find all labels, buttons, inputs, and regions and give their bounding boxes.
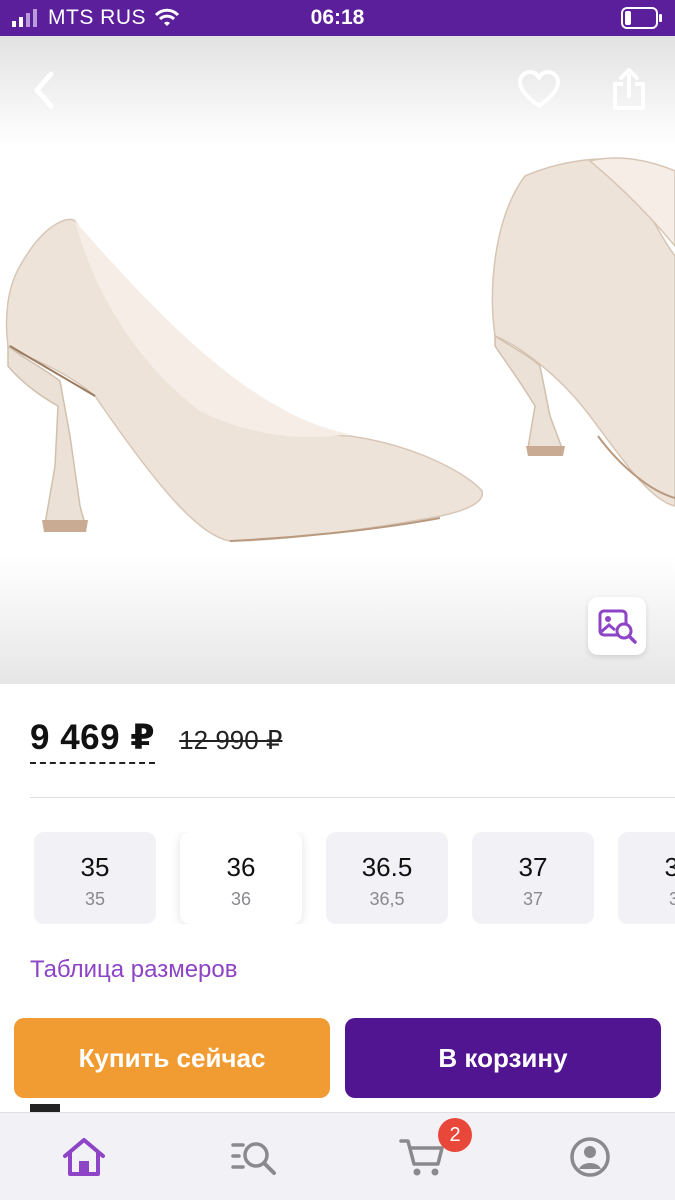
right-shoe-illustration	[491, 157, 675, 507]
price-current[interactable]: 9 469 ₽	[30, 718, 156, 764]
size-sublabel: 36,5	[369, 889, 405, 909]
price-row: 9 469 ₽ 12 990 ₽	[30, 718, 282, 764]
size-chip-37-partial[interactable]: 37 37	[618, 832, 675, 924]
profile-icon	[570, 1137, 610, 1177]
size-label: 35	[80, 852, 110, 882]
divider	[30, 797, 675, 798]
home-icon	[63, 1138, 105, 1176]
tab-bar	[0, 1112, 675, 1200]
size-chip-36-5[interactable]: 36.5 36,5	[326, 832, 448, 924]
status-bar: MTS RUS 06:18	[0, 0, 675, 36]
size-sublabel: 37	[522, 889, 544, 909]
size-chip-36-selected[interactable]: 36 36	[180, 832, 302, 924]
battery-icon	[621, 7, 663, 34]
share-icon	[613, 68, 645, 110]
tab-catalog[interactable]	[224, 1133, 284, 1181]
content-peek	[30, 1104, 60, 1112]
size-sublabel: 36	[230, 889, 252, 909]
size-label: 36.5	[361, 852, 413, 882]
size-chip-37[interactable]: 37 37	[472, 832, 594, 924]
image-search-icon	[598, 609, 637, 644]
cart-badge: 2	[438, 1118, 472, 1152]
add-to-cart-button[interactable]: В корзину	[345, 1018, 661, 1098]
size-table-link[interactable]: Таблица размеров	[30, 956, 238, 984]
back-button[interactable]	[20, 66, 68, 114]
size-selector[interactable]: 35 35 36 36 36.5 36,5 37 37 37 37	[34, 832, 675, 924]
size-sublabel: 35	[84, 889, 106, 909]
left-shoe-illustration	[5, 218, 484, 542]
favorite-button[interactable]	[515, 66, 563, 114]
buy-now-button[interactable]: Купить сейчас	[14, 1018, 330, 1098]
size-label: 37	[518, 852, 548, 882]
price-old: 12 990 ₽	[179, 725, 283, 755]
product-gallery[interactable]	[0, 36, 675, 684]
size-chip-35[interactable]: 35 35	[34, 832, 156, 924]
size-label: 37	[664, 852, 675, 882]
size-label: 36	[226, 852, 256, 882]
share-button[interactable]	[605, 66, 653, 114]
tab-home[interactable]	[54, 1133, 114, 1181]
chevron-left-icon	[34, 71, 54, 109]
image-search-button[interactable]	[588, 597, 646, 655]
heart-icon	[518, 70, 560, 108]
tab-profile[interactable]	[560, 1133, 620, 1181]
clock: 06:18	[310, 6, 365, 29]
size-sublabel: 37	[668, 889, 675, 909]
product-image	[5, 157, 675, 542]
catalog-search-icon	[231, 1142, 276, 1175]
